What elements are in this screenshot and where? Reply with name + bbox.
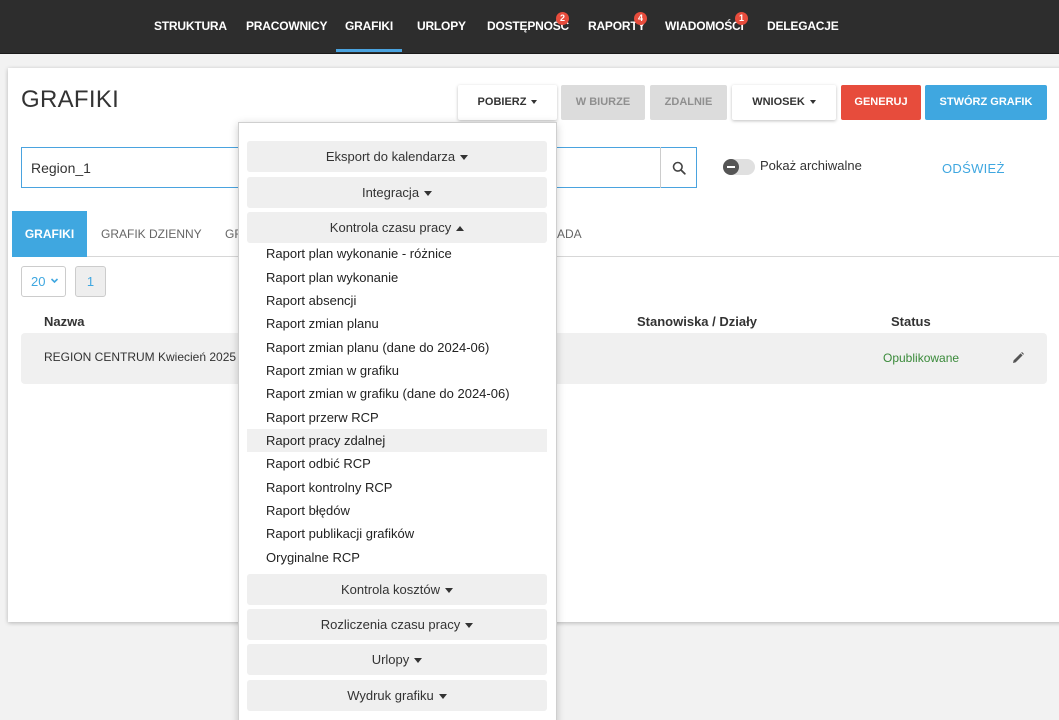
dropdown-section-wydruk[interactable]: Wydruk grafiku: [247, 680, 547, 711]
dropdown-item[interactable]: Raport zmian planu (dane do 2024-06): [247, 336, 547, 359]
dropdown-section-rozliczenia[interactable]: Rozliczenia czasu pracy: [247, 609, 547, 640]
wiadomosci-count-badge: 1: [735, 12, 748, 25]
caret-down-icon: [438, 694, 447, 700]
top-navigation: STRUKTURA PRACOWNICY GRAFIKI URLOPY DOST…: [0, 0, 1059, 54]
wniosek-button[interactable]: WNIOSEK: [732, 85, 836, 120]
archive-toggle[interactable]: [723, 159, 755, 175]
section-label: Wydruk grafiku: [347, 688, 434, 703]
dropdown-section-kontrola-kosztow[interactable]: Kontrola kosztów: [247, 574, 547, 605]
nav-item-grafiki[interactable]: GRAFIKI: [336, 0, 402, 52]
search-button[interactable]: [660, 147, 697, 188]
nav-item-urlopy[interactable]: URLOPY: [417, 0, 466, 52]
dropdown-item[interactable]: Raport odbić RCP: [247, 452, 547, 475]
tab-grafik-dzienny[interactable]: GRAFIK DZIENNY: [101, 211, 202, 257]
dropdown-item[interactable]: Raport zmian w grafiku (dane do 2024-06): [247, 382, 547, 405]
tab-partial-right[interactable]: ADA: [557, 211, 582, 257]
stworz-grafik-button[interactable]: STWÓRZ GRAFIK: [925, 85, 1047, 120]
nav-item-struktura[interactable]: STRUKTURA: [154, 0, 227, 52]
pencil-icon: [1013, 352, 1024, 363]
search-input[interactable]: [31, 148, 241, 187]
caret-down-icon: [460, 155, 469, 161]
dropdown-item[interactable]: Raport kontrolny RCP: [247, 476, 547, 499]
dropdown-section-urlopy[interactable]: Urlopy: [247, 644, 547, 675]
caret-down-icon: [414, 658, 423, 664]
dropdown-item[interactable]: Oryginalne RCP: [247, 546, 547, 569]
column-header-name[interactable]: Nazwa: [44, 314, 84, 329]
dropdown-section-kontrola-czasu[interactable]: Kontrola czasu pracy: [247, 212, 547, 243]
archive-toggle-label: Pokaż archiwalne: [760, 158, 862, 173]
section-label: Rozliczenia czasu pracy: [320, 617, 461, 632]
edit-button[interactable]: [1011, 351, 1025, 370]
section-label: Eksport do kalendarza: [325, 149, 456, 164]
row-name: REGION CENTRUM Kwiecień 2025: [44, 350, 237, 364]
generuj-button[interactable]: GENERUJ: [841, 85, 921, 120]
page-size-select[interactable]: 20: [21, 266, 66, 297]
caret-down-icon: [465, 623, 474, 629]
dropdown-item[interactable]: Raport plan wykonanie - różnice: [247, 242, 547, 265]
page-title: GRAFIKI: [21, 86, 120, 113]
nav-item-raporty[interactable]: RAPORTY: [588, 0, 645, 52]
caret-down-icon: [445, 588, 453, 594]
chevron-down-icon: [531, 100, 538, 105]
chevron-down-icon: [809, 100, 816, 105]
toggle-knob: [723, 159, 739, 175]
dropdown-item[interactable]: Raport błędów: [247, 499, 547, 522]
chevron-down-icon: [50, 278, 59, 284]
dropdown-section-eksport[interactable]: Eksport do kalendarza: [247, 141, 547, 172]
w-biurze-button[interactable]: W BIURZE: [561, 85, 645, 120]
nav-item-delegacje[interactable]: DELEGACJE: [767, 0, 839, 52]
search-icon: [672, 161, 686, 175]
section-label: Integracja: [361, 185, 420, 200]
dropdown-item[interactable]: Raport plan wykonanie: [247, 266, 547, 289]
dropdown-item[interactable]: Raport przerw RCP: [247, 406, 547, 429]
section-label: Kontrola czasu pracy: [329, 220, 452, 235]
page-number-button[interactable]: 1: [75, 266, 106, 297]
dropdown-item[interactable]: Raport zmian w grafiku: [247, 359, 547, 382]
pobierz-button[interactable]: POBIERZ: [458, 85, 557, 120]
column-header-status[interactable]: Status: [891, 314, 931, 329]
status-badge: Opublikowane: [883, 351, 960, 365]
section-label: Urlopy: [371, 652, 410, 667]
raporty-count-badge: 4: [634, 12, 647, 25]
caret-up-icon: [456, 226, 465, 232]
refresh-link[interactable]: ODŚWIEŻ: [942, 161, 1005, 176]
nav-item-dostepnosc[interactable]: DOSTĘPNOŚĆ: [487, 0, 569, 52]
dropdown-item[interactable]: Raport pracy zdalnej: [247, 429, 547, 452]
dostepnosc-count-badge: 2: [556, 12, 569, 25]
column-header-positions[interactable]: Stanowiska / Działy: [637, 314, 757, 329]
wniosek-button-label: WNIOSEK: [752, 96, 805, 108]
zdalnie-button[interactable]: ZDALNIE: [650, 85, 727, 120]
pobierz-button-label: POBIERZ: [477, 96, 527, 108]
page-size-value: 20: [31, 274, 46, 289]
dropdown-item[interactable]: Raport zmian planu: [247, 312, 547, 335]
nav-item-wiadomosci[interactable]: WIADOMOŚCI: [665, 0, 744, 52]
dropdown-section-integracja[interactable]: Integracja: [247, 177, 547, 208]
tab-grafiki[interactable]: GRAFIKI: [12, 211, 87, 257]
section-label: Kontrola kosztów: [341, 582, 440, 597]
caret-down-icon: [424, 191, 433, 197]
dropdown-item[interactable]: Raport absencji: [247, 289, 547, 312]
dropdown-item[interactable]: Raport publikacji grafików: [247, 522, 547, 545]
nav-item-pracownicy[interactable]: PRACOWNICY: [246, 0, 328, 52]
